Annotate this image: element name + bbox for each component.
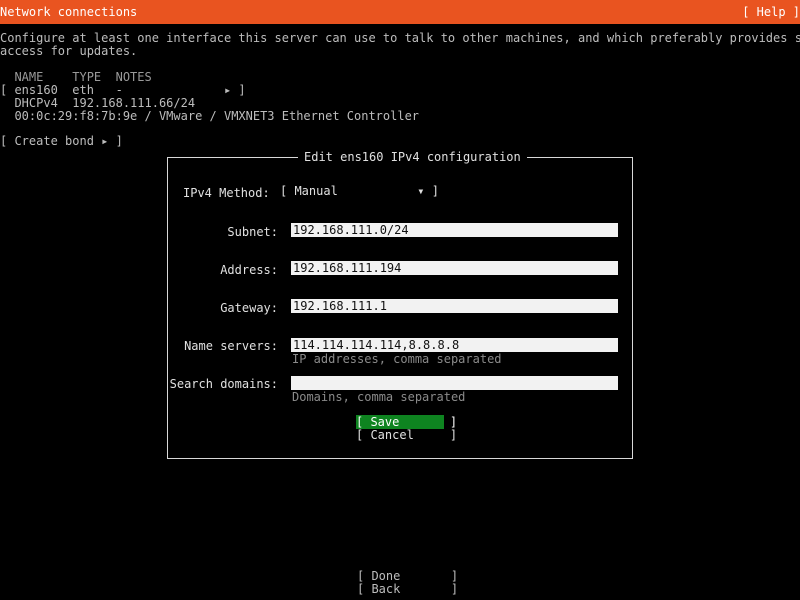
ipv4-config-dialog: Edit ens160 IPv4 configuration IPv4 Meth… [167, 150, 633, 459]
interface-hardware-info: 00:0c:29:f8:7b:9e / VMware / VMXNET3 Eth… [0, 109, 420, 123]
page-title: Network connections [0, 5, 138, 19]
ipv4-method-label: IPv4 Method: [183, 186, 270, 200]
search-domains-hint: Domains, comma separated [292, 390, 466, 404]
name-servers-hint: IP addresses, comma separated [292, 352, 502, 366]
gateway-input[interactable]: 192.168.111.1 [291, 299, 618, 313]
help-button[interactable]: [ Help ] [742, 5, 800, 19]
dialog-title: Edit ens160 IPv4 configuration [298, 150, 527, 164]
create-bond-button[interactable]: [ Create bond ▸ ] [0, 135, 123, 148]
save-button[interactable]: [ Save ] [356, 415, 457, 429]
installer-screen: Network connections [ Help ] Configure a… [0, 0, 800, 600]
name-servers-label: Name servers: [184, 339, 278, 353]
search-domains-label: Search domains: [169, 377, 278, 391]
subnet-label: Subnet: [227, 225, 278, 239]
back-button[interactable]: [ Back ] [357, 582, 458, 596]
gateway-label: Gateway: [220, 301, 278, 315]
address-input[interactable]: 192.168.111.194 [291, 261, 618, 275]
done-button[interactable]: [ Done ] [357, 569, 458, 583]
name-servers-input[interactable]: 114.114.114.114,8.8.8.8 [291, 338, 618, 352]
title-bar: Network connections [ Help ] [0, 0, 800, 24]
subnet-input[interactable]: 192.168.111.0/24 [291, 223, 618, 237]
address-label: Address: [220, 263, 278, 277]
search-domains-input[interactable] [291, 376, 618, 390]
cancel-button[interactable]: [ Cancel ] [356, 428, 457, 442]
intro-line-2: access for updates. [0, 44, 138, 58]
ipv4-method-select[interactable]: [ Manual ▾ ] [280, 184, 439, 198]
